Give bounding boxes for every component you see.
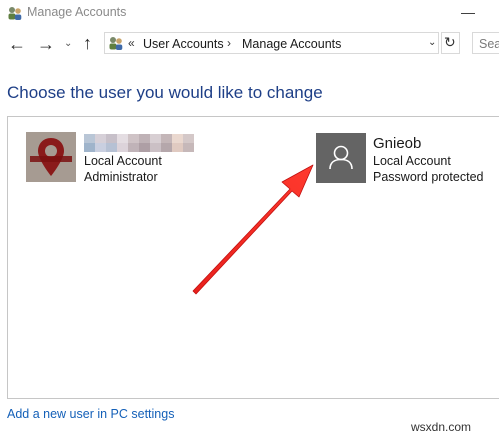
account-status-label: Password protected (373, 170, 484, 184)
address-dropdown-icon[interactable]: ⌄ (428, 37, 436, 48)
breadcrumb-separator-icon[interactable]: › (227, 36, 231, 50)
search-placeholder: Sear (479, 37, 499, 51)
account-avatar[interactable] (316, 133, 366, 183)
account-avatar[interactable] (26, 132, 76, 182)
window-title: Manage Accounts (27, 5, 127, 19)
back-button[interactable]: ← (8, 35, 26, 53)
breadcrumb-user-accounts[interactable]: User Accounts (143, 37, 224, 51)
user-accounts-icon (8, 7, 22, 20)
up-button[interactable]: ↑ (83, 34, 92, 52)
account-name[interactable]: Gnieob (373, 135, 421, 152)
watermark-text: wsxdn.com (411, 420, 472, 434)
person-icon (329, 145, 353, 170)
account-type-label: Local Account (373, 154, 451, 168)
account-role-label: Administrator (84, 170, 158, 184)
add-new-user-link[interactable]: Add a new user in PC settings (7, 407, 174, 421)
pixelated-username (84, 134, 194, 152)
refresh-icon[interactable]: ↻ (444, 35, 456, 49)
custom-picture-icon (26, 132, 76, 182)
forward-button[interactable]: → (37, 35, 55, 53)
recent-locations-button[interactable]: ⌄ (64, 38, 72, 49)
control-panel-icon (109, 37, 123, 50)
overflow-chevron-icon[interactable]: « (128, 36, 135, 50)
breadcrumb-manage-accounts[interactable]: Manage Accounts (242, 37, 341, 51)
account-type-label: Local Account (84, 154, 162, 168)
minimize-button[interactable]: — (461, 3, 475, 21)
page-title: Choose the user you would like to change (7, 83, 323, 102)
